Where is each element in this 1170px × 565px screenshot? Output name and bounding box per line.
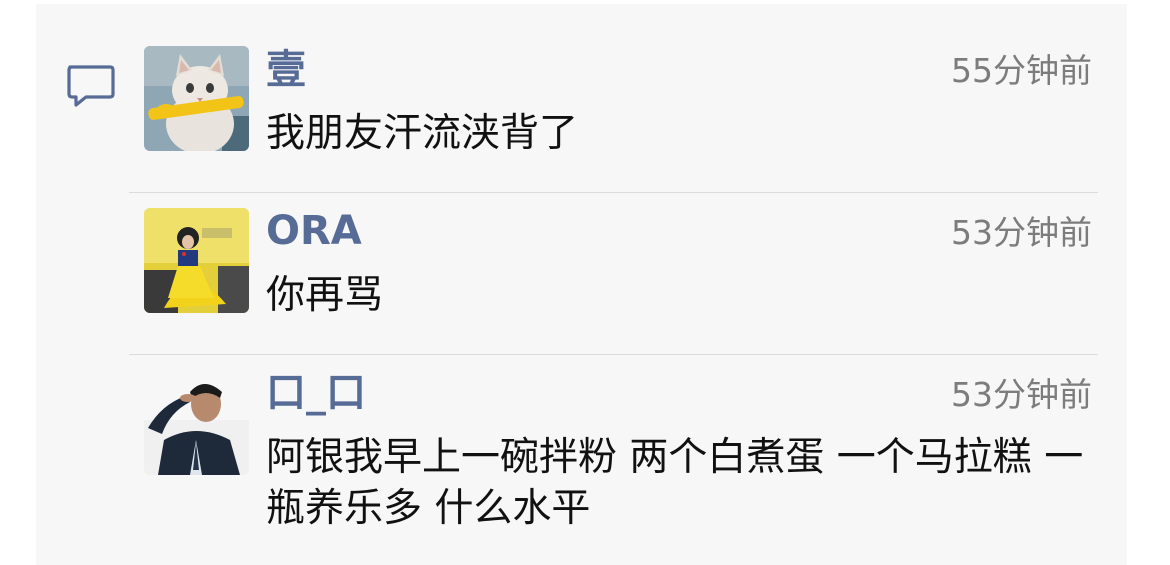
comment-text: 阿银我早上一碗拌粉 两个白煮蛋 一个马拉糕 一瓶养乐多 什么水平 bbox=[266, 435, 1084, 531]
saluting-man-avatar[interactable] bbox=[144, 370, 249, 475]
divider bbox=[129, 192, 1098, 193]
divider bbox=[129, 354, 1098, 355]
comment-bubble-icon[interactable] bbox=[66, 64, 116, 108]
comment-author[interactable]: ORA bbox=[266, 207, 362, 255]
yellow-dress-avatar[interactable] bbox=[144, 208, 249, 313]
comment-time: 53分钟前 bbox=[951, 213, 1092, 252]
cat-avatar[interactable] bbox=[144, 46, 249, 151]
comment-time: 53分钟前 bbox=[951, 375, 1092, 414]
comment-time: 55分钟前 bbox=[951, 51, 1092, 90]
comment-author[interactable]: 口_口 bbox=[266, 369, 366, 417]
comment-author[interactable]: 壹 bbox=[266, 46, 306, 94]
comment-text: 我朋友汗流浃背了 bbox=[266, 111, 579, 156]
comment-text: 你再骂 bbox=[266, 273, 384, 318]
